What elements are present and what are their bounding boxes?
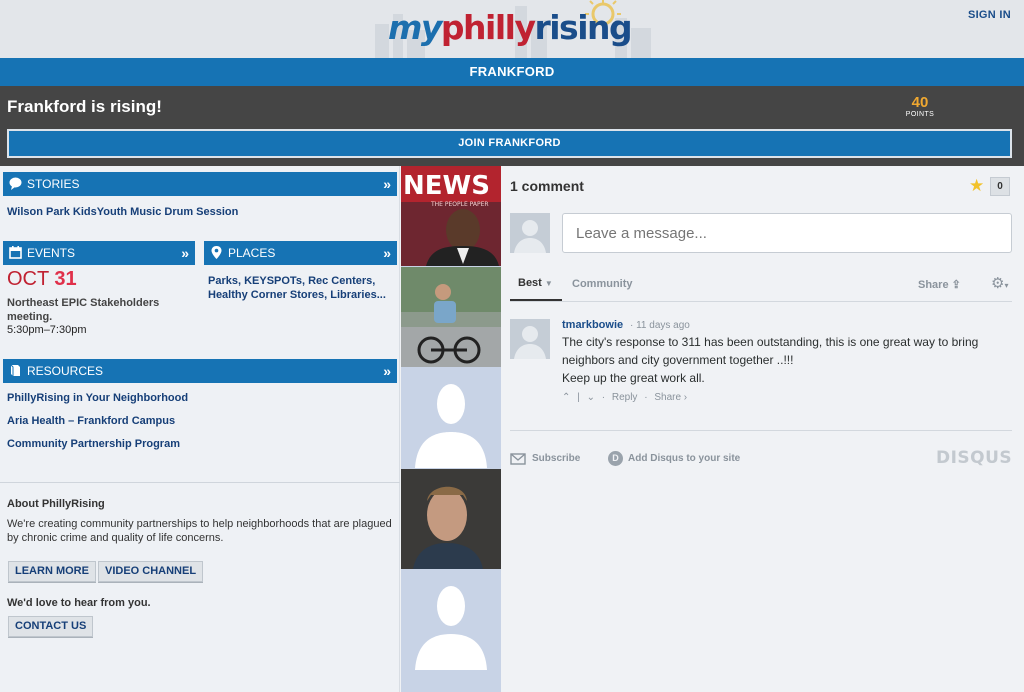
tab-community[interactable]: Community	[572, 278, 633, 290]
stories-header[interactable]: STORIES »	[3, 172, 397, 196]
comment-text: Keep up the great work all.	[562, 371, 705, 385]
comment-author[interactable]: tmarkbowie	[562, 319, 623, 331]
chevron-right-icon: »	[383, 176, 391, 192]
share-button[interactable]: Share ⇪	[918, 278, 961, 291]
banner-title: Frankford is rising!	[7, 97, 162, 116]
default-avatar-icon[interactable]	[401, 368, 501, 468]
about-text: We're creating community partnerships to…	[7, 518, 392, 544]
points-value: 40	[911, 94, 929, 111]
disqus-brand[interactable]: DISQUS	[936, 448, 1012, 468]
chevron-down-icon: ▼	[544, 279, 553, 288]
calendar-icon	[9, 246, 22, 259]
tabs-divider	[510, 301, 1012, 302]
news-photo-subtext: THE PEOPLE PAPER	[430, 201, 489, 208]
star-count: 0	[990, 177, 1010, 196]
commenter-avatar[interactable]	[510, 319, 550, 359]
footer-divider	[510, 430, 1012, 431]
places-header[interactable]: PLACES »	[204, 241, 397, 265]
share-icon: ⇪	[951, 279, 961, 291]
neighborhood-banner: Frankford is rising! 40 POINTS JOIN FRAN…	[0, 86, 1024, 166]
event-time: 5:30pm–7:30pm	[7, 324, 87, 336]
share-label: Share	[918, 279, 949, 291]
news-photo-headline: NEWS	[403, 171, 490, 201]
resource-link[interactable]: PhillyRising in Your Neighborhood	[7, 392, 188, 404]
neighborhood-name: FRANKFORD	[0, 58, 1024, 86]
downvote-icon[interactable]: ⌄	[587, 392, 595, 403]
speech-bubble-icon	[9, 177, 22, 190]
myphillyrising-logo[interactable]: myphillyrising	[388, 8, 633, 48]
about-title: About PhillyRising	[7, 498, 105, 510]
comment-share-link[interactable]: Share ›	[654, 392, 687, 403]
join-neighborhood-button[interactable]: JOIN FRANKFORD	[7, 129, 1012, 158]
video-channel-button[interactable]: VIDEO CHANNEL	[98, 561, 204, 582]
add-disqus-link[interactable]: Add Disqus to your site	[628, 453, 740, 464]
points-label: POINTS	[905, 111, 935, 118]
map-pin-icon	[211, 246, 222, 259]
top-header: myphillyrising SIGN IN	[0, 0, 1024, 58]
tab-best[interactable]: Best ▼	[510, 277, 562, 301]
comment-body: The city's response to 311 has been outs…	[562, 333, 1002, 387]
learn-more-button[interactable]: LEARN MORE	[8, 561, 96, 582]
avatar-placeholder-icon	[510, 213, 550, 253]
places-heading: PLACES	[228, 246, 276, 260]
tab-best-label: Best	[518, 277, 542, 289]
message-input[interactable]	[562, 213, 1012, 253]
stories-heading: STORIES	[27, 177, 80, 191]
event-date: OCT 31	[7, 268, 77, 291]
default-avatar-icon[interactable]	[401, 570, 501, 670]
book-icon	[10, 364, 20, 376]
gear-icon[interactable]: ⚙▾	[991, 274, 1008, 292]
comment-time: 11 days ago	[636, 320, 690, 331]
events-header[interactable]: EVENTS »	[3, 241, 195, 265]
upvote-icon[interactable]: ⌃	[562, 392, 570, 403]
star-icon[interactable]: ★	[969, 176, 984, 196]
comment-timestamp[interactable]: · 11 days ago	[630, 320, 690, 331]
places-link[interactable]: Parks, KEYSPOTs, Rec Centers, Healthy Co…	[208, 274, 393, 302]
news-photo[interactable]: NEWS THE PEOPLE PAPER	[401, 166, 501, 266]
events-heading: EVENTS	[27, 246, 76, 260]
resources-heading: RESOURCES	[27, 364, 104, 378]
event-month: OCT	[7, 268, 49, 290]
disqus-logo-icon: D	[608, 451, 623, 466]
story-link[interactable]: Wilson Park KidsYouth Music Drum Session	[7, 206, 238, 218]
event-day: 31	[54, 268, 77, 290]
resource-link[interactable]: Aria Health – Frankford Campus	[7, 415, 175, 427]
chevron-right-icon: »	[181, 245, 189, 261]
reply-link[interactable]: Reply	[612, 392, 638, 403]
chevron-right-icon: »	[383, 363, 391, 379]
feedback-prompt: We'd love to hear from you.	[7, 597, 151, 609]
member-photo[interactable]	[401, 469, 501, 569]
event-title[interactable]: Northeast EPIC Stakeholders meeting.	[7, 296, 192, 324]
comment-text: The city's response to 311 has been outs…	[562, 335, 979, 367]
comment-actions: ⌃ | ⌄ · Reply · Share ›	[562, 392, 688, 403]
resources-header[interactable]: RESOURCES »	[3, 359, 397, 383]
subscribe-link[interactable]: Subscribe	[532, 453, 580, 464]
member-photos: NEWS THE PEOPLE PAPER	[401, 166, 501, 692]
user-avatar	[510, 213, 550, 253]
contact-us-button[interactable]: CONTACT US	[8, 616, 94, 637]
resource-link[interactable]: Community Partnership Program	[7, 438, 180, 450]
points-display: 40 POINTS	[900, 94, 940, 118]
envelope-icon	[510, 453, 526, 465]
section-divider	[0, 482, 400, 483]
cyclist-photo[interactable]	[401, 267, 501, 367]
comments-panel: 1 comment ★ 0 Best ▼ Community Share ⇪ ⚙…	[502, 166, 1024, 692]
avatar-placeholder-icon	[510, 319, 550, 359]
chevron-right-icon: »	[383, 245, 391, 261]
sign-in-link[interactable]: SIGN IN	[968, 9, 1011, 21]
comment-count: 1 comment	[510, 178, 584, 194]
